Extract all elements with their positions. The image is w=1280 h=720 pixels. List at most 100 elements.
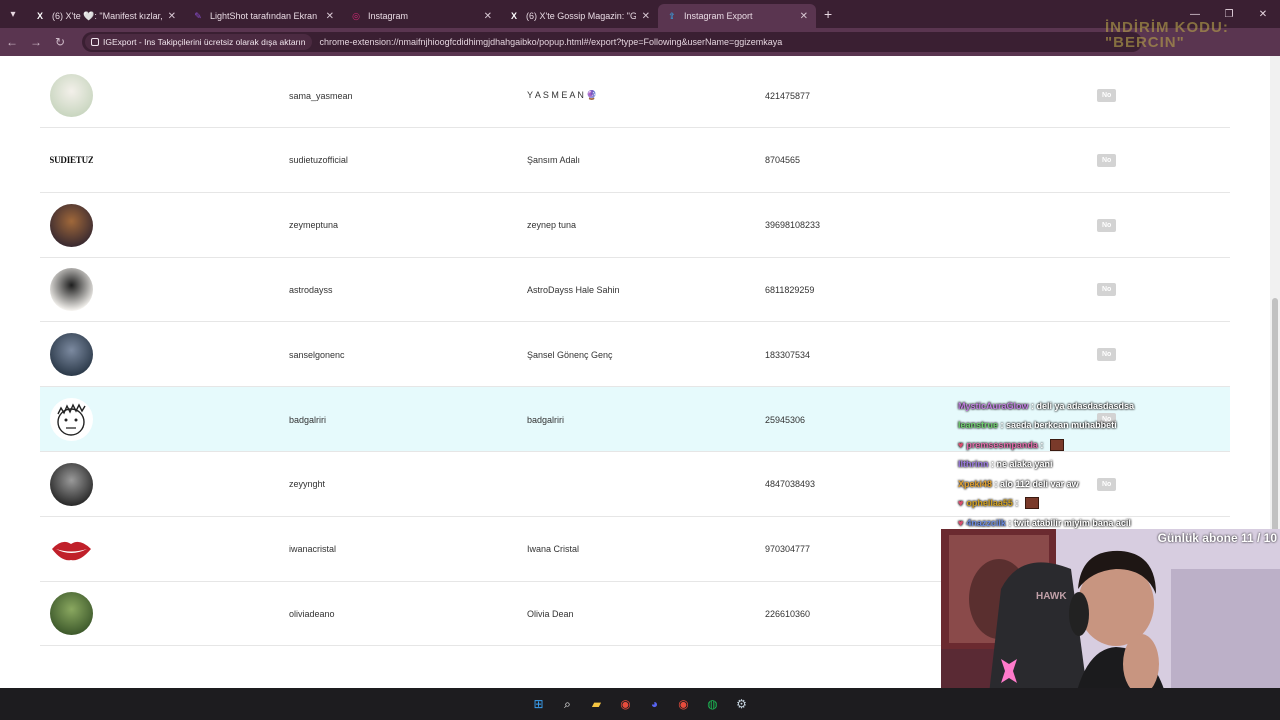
user-id-cell: 6811829259 [765, 284, 815, 295]
hand [1123, 634, 1159, 694]
chat-text: deli ya adasdasdasdsa [1036, 400, 1135, 411]
user-id-cell: 4847038493 [765, 479, 816, 490]
chrome-active-icon[interactable]: ◉ [673, 693, 695, 715]
chat-separator: : [988, 459, 997, 470]
tab-strip: X (6) X'te 🤍: "Manifest kızlar, far ✕ ✎ Ligh… [26, 0, 816, 28]
user-id-cell: 25945306 [765, 414, 806, 425]
chat-text: saeda berkcan muhabbeti [1006, 420, 1117, 431]
close-tab-icon[interactable]: ✕ [326, 11, 334, 22]
avatar-red-lips [50, 527, 93, 571]
chat-message: MysticAuraGlow : deli ya adasdasdasdsa [958, 396, 1198, 416]
browser-tab[interactable]: ✎ LightShot tarafından Ekran Gör ✕ [184, 4, 342, 28]
search-icon[interactable]: ⌕ [557, 693, 579, 715]
address-toolbar: ← → ↻ IGExport - Ins Takipçilerini ücret… [0, 28, 1280, 77]
user-id-cell: 421475877 [765, 90, 811, 101]
chat-separator: : [1012, 498, 1021, 509]
table-row[interactable]: sanselgonenc Şansel Gönenç Genç 183307534 N… [40, 322, 1230, 388]
tab-title: Instagram Export [684, 11, 753, 21]
browser-tab[interactable]: X (6) X'te Gossip Magazin: "Gizem ✕ [500, 4, 658, 28]
chat-separator: : [1028, 400, 1037, 411]
username-cell: oliviadeano [289, 608, 335, 619]
chat-text: alo 112 deli var aw [1000, 478, 1079, 489]
tab-title: (6) X'te Gossip Magazin: "Gizem [526, 11, 636, 21]
username-cell: sama_yasmean [289, 90, 353, 101]
lightshot-icon: ✎ [194, 10, 202, 21]
verified-status-badge: No [1097, 283, 1117, 297]
chat-text: ne alaka yani [996, 459, 1053, 470]
extension-icon [91, 38, 99, 46]
stream-promo-overlay: İNDİRİM KODU: "BERCIN" [1105, 19, 1229, 51]
avatar-sudietuz-logo: SUDIETUZ [50, 155, 93, 166]
chat-emote-icon [1024, 497, 1039, 510]
full-name-cell: zeynep tuna [527, 220, 577, 231]
browser-tab[interactable]: ◎ Instagram ✕ [342, 4, 500, 28]
daily-subscriber-goal: Günlük abone 11 / 10 [1157, 531, 1277, 545]
close-tab-icon[interactable]: ✕ [800, 11, 808, 22]
svg-text:HAWK: HAWK [1036, 591, 1067, 602]
browser-tab[interactable]: X (6) X'te 🤍: "Manifest kızlar, far ✕ [26, 4, 184, 28]
verified-status-badge: No [1097, 153, 1117, 167]
new-tab-button[interactable]: + [824, 6, 832, 22]
close-tab-icon[interactable]: ✕ [168, 11, 176, 22]
full-name-cell: Iwana Cristal [527, 544, 580, 555]
avatar-woman-black-dress [50, 268, 93, 312]
username-cell: sanselgonenc [289, 349, 345, 360]
chat-username: leanstrue [958, 420, 999, 431]
username-cell: zeymeptuna [289, 220, 339, 231]
table-row[interactable]: astrodayss AstroDayss Hale Sahin 681182925… [40, 257, 1230, 323]
windows-start-icon[interactable]: ⊞ [528, 693, 550, 715]
omnibox[interactable]: IGExport - Ins Takipçilerini ücretsiz ol… [82, 32, 1142, 52]
headset-left [1069, 592, 1089, 636]
file-explorer-icon[interactable]: ▰ [586, 693, 608, 715]
heart-badge-icon: ♥ [958, 517, 964, 528]
heart-badge-icon: ♥ [958, 439, 964, 450]
igexport-icon: ⇪ [668, 10, 676, 21]
tab-search-icon[interactable]: ▾ [0, 0, 26, 28]
user-id-cell: 970304777 [765, 544, 811, 555]
close-tab-icon[interactable]: ✕ [484, 11, 492, 22]
chat-username: llthrinn [958, 459, 989, 470]
x-icon: X [36, 11, 43, 21]
chrome-icon[interactable]: ◉ [615, 693, 637, 715]
full-name-cell: Y A S M E A N 🔮 [527, 90, 598, 100]
full-name-cell: Olivia Dean [527, 608, 574, 619]
user-id-cell: 183307534 [765, 349, 811, 360]
full-name-cell: Şansım Adalı [527, 155, 581, 166]
close-tab-icon[interactable]: ✕ [642, 11, 650, 22]
steam-icon[interactable]: ⚙ [731, 693, 753, 715]
username-cell: iwanacristal [289, 544, 337, 555]
browser-tab-bar: ▾ X (6) X'te 🤍: "Manifest kızlar, far ✕ ✎ Li… [0, 0, 1280, 28]
spotify-icon[interactable]: ◍ [702, 693, 724, 715]
instagram-icon: ◎ [352, 10, 360, 21]
reload-button[interactable]: ↻ [48, 28, 72, 56]
chat-emote-icon [1049, 438, 1064, 451]
x-icon: X [510, 11, 517, 21]
avatar-bw-photo [50, 462, 93, 506]
chat-username: 4nazzcilk [966, 517, 1006, 528]
verified-status-badge: No [1097, 218, 1117, 232]
table-row[interactable]: SUDIETUZ sudietuzofficial Şansım Adalı 8704… [40, 128, 1230, 193]
chat-separator: : [992, 478, 1001, 489]
discord-icon[interactable]: ◕ [644, 693, 666, 715]
windows-taskbar: ⊞ ⌕ ▰ ◉ ◕ ◉ ◍ ⚙ [0, 688, 1280, 720]
stream-chat-overlay: MysticAuraGlow : deli ya adasdasdasdsa le… [958, 396, 1198, 533]
avatar-drawn-face [50, 398, 93, 441]
verified-status-badge: No [1097, 89, 1117, 102]
extension-chip-label: IGExport - Ins Takipçilerini ücretsiz ol… [103, 37, 306, 47]
table-row[interactable]: sama_yasmean Y A S M E A N 🔮 421475877 No [40, 63, 1230, 128]
tab-title: (6) X'te 🤍: "Manifest kızlar, far [52, 10, 162, 21]
browser-tab[interactable]: ⇪ Instagram Export ✕ [658, 4, 816, 28]
chat-username: MysticAuraGlow [958, 400, 1029, 411]
chat-message: llthrinn : ne alaka yani [958, 455, 1198, 475]
url-text[interactable]: chrome-extension://nmaifnjhioogfcdidhimg… [320, 37, 783, 47]
back-button[interactable]: ← [0, 28, 24, 56]
extension-chip[interactable]: IGExport - Ins Takipçilerini ücretsiz ol… [85, 34, 312, 50]
avatar-white-hat [50, 74, 93, 117]
username-cell: astrodayss [289, 284, 333, 295]
chat-message: ♥ ophellaa55 : [958, 494, 1198, 514]
username-cell: sudietuzofficial [289, 155, 348, 166]
table-row[interactable]: zeymeptuna zeynep tuna 39698108233 No [40, 193, 1230, 258]
avatar-sunset [50, 203, 93, 247]
forward-button[interactable]: → [24, 28, 48, 56]
chat-text: twit atabilir miyim bana acil [1013, 517, 1131, 528]
